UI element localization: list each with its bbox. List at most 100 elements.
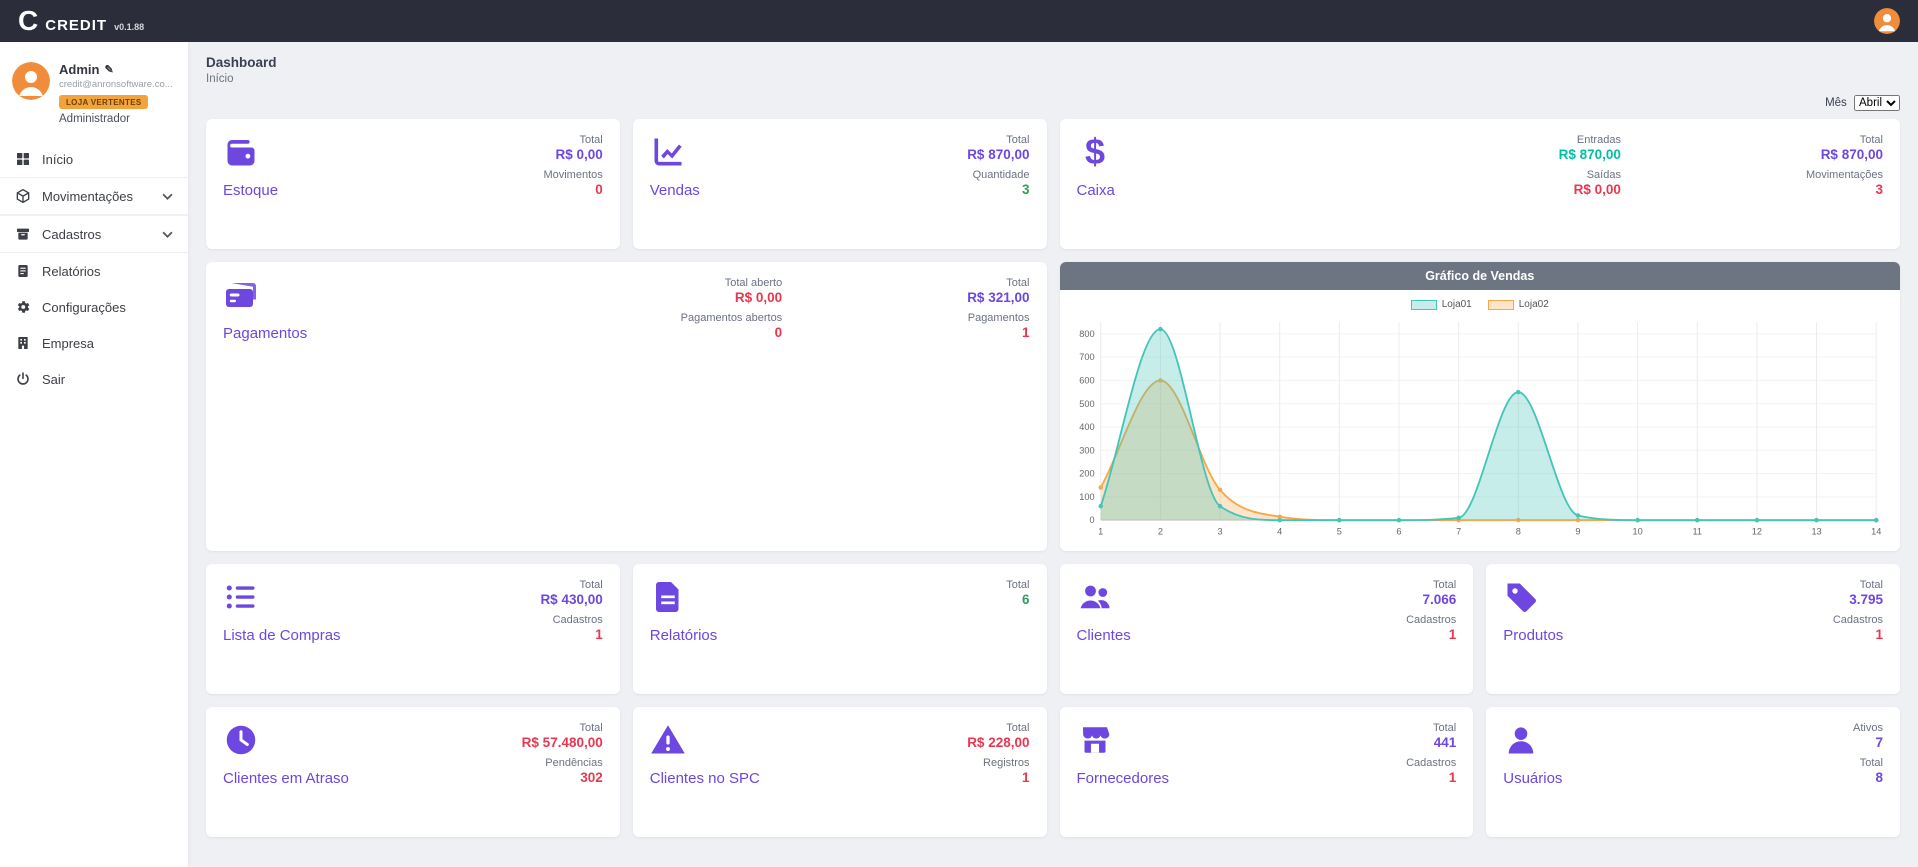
svg-text:12: 12 — [1751, 526, 1761, 536]
legend-item-loja01[interactable]: Loja01 — [1411, 299, 1472, 310]
stat: Pagamentos abertos0 — [681, 312, 783, 340]
card-title-clientes-no-spc[interactable]: Clientes no SPC — [650, 770, 760, 787]
file-icon — [650, 579, 686, 615]
user-name: Admin — [59, 62, 99, 77]
app-name: CREDIT — [45, 17, 107, 34]
stat: TotalR$ 870,00 — [967, 134, 1029, 162]
credit-card-icon — [223, 277, 259, 313]
card-title-usuarios[interactable]: Usuários — [1503, 770, 1562, 787]
sidebar-item-relatorios[interactable]: Relatórios — [0, 253, 188, 289]
sales-chart-svg: 0100200300400500600700800123456789101112… — [1064, 312, 1891, 545]
card-title-vendas[interactable]: Vendas — [650, 182, 700, 199]
svg-text:8: 8 — [1515, 526, 1520, 536]
stat: TotalR$ 57.480,00 — [522, 722, 603, 750]
user-block: Admin ✎ credit@anronsoftware.co... LOJA … — [0, 62, 188, 141]
svg-text:9: 9 — [1575, 526, 1580, 536]
stat: Registros1 — [967, 757, 1029, 785]
stat-value: 441 — [1406, 735, 1456, 750]
person-icon — [12, 62, 50, 100]
card-title-estoque[interactable]: Estoque — [223, 182, 278, 199]
stat-value: R$ 0,00 — [681, 290, 783, 305]
sidebar: Admin ✎ credit@anronsoftware.co... LOJA … — [0, 42, 188, 867]
stat-label: Total — [1406, 722, 1456, 734]
sidebar-item-label: Configurações — [42, 300, 126, 315]
stat: TotalR$ 430,00 — [540, 579, 602, 607]
svg-text:10: 10 — [1632, 526, 1642, 536]
stat-label: Entradas — [1559, 134, 1621, 146]
svg-text:100: 100 — [1079, 492, 1094, 502]
breadcrumb[interactable]: Início — [206, 73, 1900, 85]
card-title-lista-de-compras[interactable]: Lista de Compras — [223, 627, 341, 644]
stat-label: Total — [540, 579, 602, 591]
stat-column: TotalR$ 57.480,00Pendências302 — [522, 722, 603, 787]
stat-label: Registros — [967, 757, 1029, 769]
card-title-pagamentos[interactable]: Pagamentos — [223, 325, 307, 342]
list-icon — [223, 579, 259, 615]
card-stats: Total6 — [1006, 579, 1029, 644]
stat-value: R$ 321,00 — [967, 290, 1029, 305]
sidebar-item-empresa[interactable]: Empresa — [0, 325, 188, 361]
main-content: Dashboard Início Mês Abril EstoqueTotalR… — [188, 42, 1918, 867]
svg-text:7: 7 — [1456, 526, 1461, 536]
card-title-relatorios[interactable]: Relatórios — [650, 627, 718, 644]
sidebar-item-movimentacoes[interactable]: Movimentações — [0, 177, 188, 215]
stat: Total8 — [1853, 757, 1883, 785]
card-title-clientes-em-atraso[interactable]: Clientes em Atraso — [223, 770, 349, 787]
stat-column: Ativos7 Total8 — [1853, 722, 1883, 787]
month-select[interactable]: Abril — [1854, 95, 1900, 111]
card-title-fornecedores[interactable]: Fornecedores — [1077, 770, 1170, 787]
stat: SaídasR$ 0,00 — [1559, 169, 1621, 197]
building-icon — [15, 335, 31, 351]
stat-value: 3 — [967, 182, 1029, 197]
report-icon — [15, 263, 31, 279]
stat: Movimentos0 — [543, 169, 602, 197]
svg-text:600: 600 — [1079, 375, 1094, 385]
legend-label: Loja01 — [1442, 299, 1472, 310]
dollar-icon: $ — [1077, 134, 1113, 170]
sidebar-item-inicio[interactable]: Início — [0, 141, 188, 177]
sidebar-item-label: Movimentações — [42, 189, 133, 204]
stat-value: 3 — [1806, 182, 1883, 197]
sidebar-item-label: Sair — [42, 372, 65, 387]
stat: Total7.066 — [1406, 579, 1456, 607]
card-title-clientes[interactable]: Clientes — [1077, 627, 1131, 644]
stat-column: Total abertoR$ 0,00Pagamentos abertos0 — [681, 277, 783, 342]
stat: Quantidade3 — [967, 169, 1029, 197]
topbar: C CREDIT v0.1.88 — [0, 0, 1918, 42]
sidebar-item-sair[interactable]: Sair — [0, 361, 188, 397]
card-stats: TotalR$ 430,00Cadastros1 — [540, 579, 602, 644]
card-title-caixa[interactable]: Caixa — [1077, 182, 1115, 199]
svg-text:200: 200 — [1079, 469, 1094, 479]
stat-label: Pagamentos — [967, 312, 1029, 324]
user-info: Admin ✎ credit@anronsoftware.co... LOJA … — [59, 62, 173, 125]
stat-value: R$ 0,00 — [1559, 182, 1621, 197]
card-title-produtos[interactable]: Produtos — [1503, 627, 1563, 644]
person-icon — [1874, 8, 1900, 34]
sidebar-item-configuracoes[interactable]: Configurações — [0, 289, 188, 325]
stat: EntradasR$ 870,00 — [1559, 134, 1621, 162]
svg-text:500: 500 — [1079, 399, 1094, 409]
stat-value: 7 — [1853, 735, 1883, 750]
stat-value: R$ 870,00 — [1806, 147, 1883, 162]
stat-label: Movimentos — [543, 169, 602, 181]
legend-item-loja02[interactable]: Loja02 — [1488, 299, 1549, 310]
stat-value: 0 — [681, 325, 783, 340]
svg-text:$: $ — [1084, 134, 1104, 170]
sidebar-item-cadastros[interactable]: Cadastros — [0, 215, 188, 253]
stat: Ativos7 — [1853, 722, 1883, 750]
card-stats: Total441Cadastros1 — [1406, 722, 1456, 787]
stat-value: 1 — [967, 325, 1029, 340]
stat-column: TotalR$ 430,00Cadastros1 — [540, 579, 602, 644]
topbar-user-avatar[interactable] — [1874, 8, 1900, 34]
svg-text:300: 300 — [1079, 445, 1094, 455]
tag-icon — [1503, 579, 1539, 615]
gear-icon — [15, 299, 31, 315]
box-icon — [15, 188, 31, 204]
stat-value: R$ 228,00 — [967, 735, 1029, 750]
card-estoque: EstoqueTotalR$ 0,00Movimentos0 — [206, 119, 620, 249]
dashboard-grid: EstoqueTotalR$ 0,00Movimentos0VendasTota… — [206, 119, 1900, 837]
svg-text:6: 6 — [1396, 526, 1401, 536]
svg-text:400: 400 — [1079, 422, 1094, 432]
edit-profile-icon[interactable]: ✎ — [104, 63, 113, 76]
stat-value: 1 — [1406, 770, 1456, 785]
